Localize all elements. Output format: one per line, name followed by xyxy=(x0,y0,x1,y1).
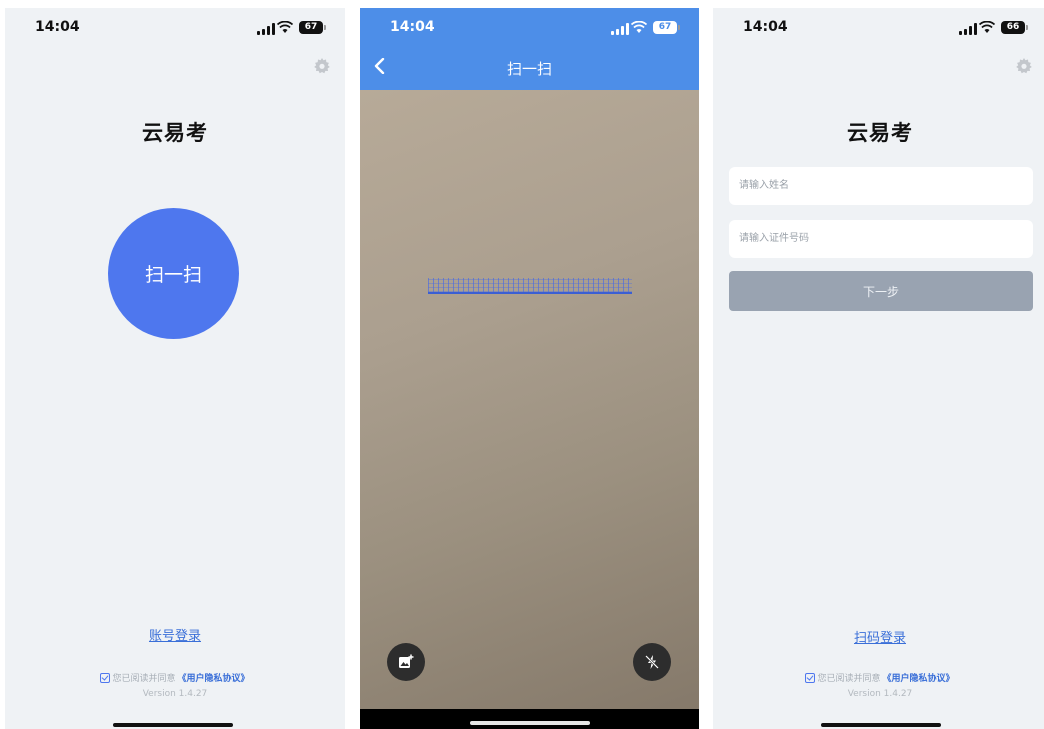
agreement-text: 您已阅读并同意 xyxy=(817,674,881,684)
app-title: 云易考 xyxy=(142,121,208,145)
home-indicator xyxy=(821,723,941,727)
battery-icon: 66 xyxy=(1001,21,1028,34)
scan-login-link[interactable]: 扫码登录 xyxy=(713,627,1044,646)
gear-icon[interactable] xyxy=(1016,58,1032,74)
wifi-icon xyxy=(631,21,647,33)
version-text: Version 1.4.27 xyxy=(847,689,913,699)
version-text: Version 1.4.27 xyxy=(142,689,208,699)
name-input[interactable]: 请输入姓名 xyxy=(729,167,1033,205)
home-screen: 14:04 67 云易考 扫一扫 账号登录 您已阅读并同意 《用户隐私协议》 V… xyxy=(5,8,345,729)
login-screen: 14:04 66 云易考 请输入姓名 请输入证件号码 下一步 扫码登录 您已阅读… xyxy=(713,8,1044,729)
scan-screen: 14:04 67 扫一扫 xyxy=(360,8,699,729)
status-bar: 14:04 67 xyxy=(360,8,699,48)
checkbox-icon[interactable] xyxy=(805,672,816,683)
gear-icon[interactable] xyxy=(314,58,330,74)
scan-button[interactable]: 扫一扫 xyxy=(108,208,239,339)
home-indicator xyxy=(113,723,233,727)
battery-icon: 67 xyxy=(299,21,326,34)
scan-line xyxy=(428,278,632,294)
privacy-policy-link[interactable]: 《用户隐私协议》 xyxy=(178,671,250,684)
id-number-input[interactable]: 请输入证件号码 xyxy=(729,220,1033,258)
status-bar: 14:04 67 xyxy=(5,8,345,48)
status-time: 14:04 xyxy=(743,19,788,35)
checkbox-icon[interactable] xyxy=(100,672,111,683)
nav-title: 扫一扫 xyxy=(506,60,552,78)
status-bar: 14:04 66 xyxy=(713,8,1044,48)
agreement-row: 您已阅读并同意 《用户隐私协议》 xyxy=(5,671,345,684)
bottom-safe-area xyxy=(360,709,699,729)
wifi-icon xyxy=(277,21,293,33)
flash-button[interactable] xyxy=(633,643,671,681)
gallery-icon xyxy=(399,654,414,668)
status-time: 14:04 xyxy=(35,19,80,35)
signal-icon xyxy=(959,23,977,35)
signal-icon xyxy=(257,23,275,35)
next-button[interactable]: 下一步 xyxy=(729,271,1033,311)
wifi-icon xyxy=(979,21,995,33)
status-time: 14:04 xyxy=(390,19,435,35)
signal-icon xyxy=(611,23,629,35)
nav-bar: 14:04 67 扫一扫 xyxy=(360,8,699,90)
battery-icon: 67 xyxy=(653,21,680,34)
flash-off-icon xyxy=(645,655,659,669)
agreement-text: 您已阅读并同意 xyxy=(112,674,176,684)
account-login-link[interactable]: 账号登录 xyxy=(5,625,345,644)
home-indicator xyxy=(470,721,590,725)
camera-view xyxy=(360,90,699,709)
app-title: 云易考 xyxy=(847,121,913,145)
privacy-policy-link[interactable]: 《用户隐私协议》 xyxy=(883,671,955,684)
gallery-button[interactable] xyxy=(387,643,425,681)
agreement-row: 您已阅读并同意 《用户隐私协议》 xyxy=(713,671,1044,684)
